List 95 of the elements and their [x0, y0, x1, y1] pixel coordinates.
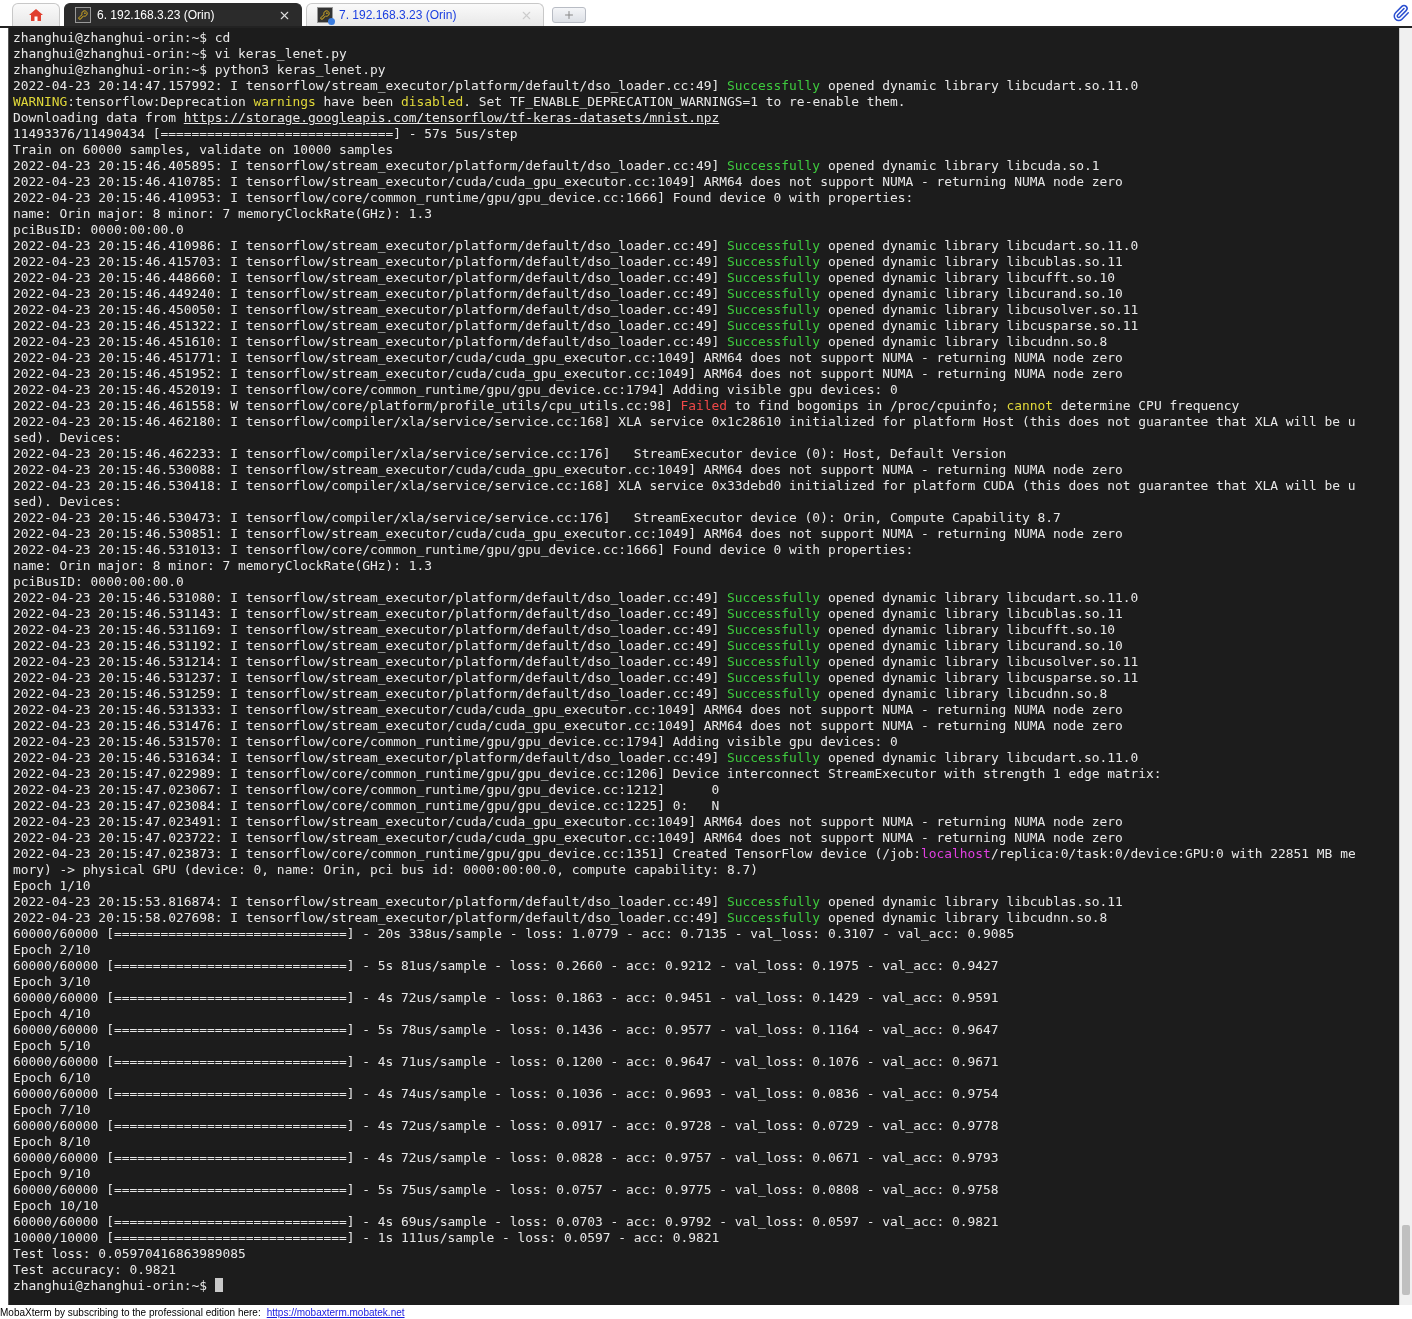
terminal-line: 2022-04-23 20:15:46.462233: I tensorflow/compiler/xla/service/service.cc:176] StreamExecutor device (0): Host, Default Version	[13, 446, 1008, 462]
terminal-line: 2022-04-23 20:15:46.531237: I tensorflow/stream_executor/platform/default/dso_loader.cc:49] Successfully opened dynamic library libcusparse.so.11	[13, 670, 1140, 686]
terminal-line: 2022-04-23 20:15:46.451322: I tensorflow/stream_executor/platform/default/dso_loader.cc:49] Successfully opened dynamic library libcusparse.so.11	[13, 318, 1140, 334]
terminal-line: 2022-04-23 20:15:46.531333: I tensorflow/stream_executor/cuda/cuda_gpu_executor.cc:1049] ARM64 does not support NUMA - returning NUMA node zero	[13, 702, 1124, 718]
terminal-line: 2022-04-23 20:15:46.531570: I tensorflow/core/common_runtime/gpu/gpu_device.cc:1794] Adding visible gpu devices: 0	[13, 734, 899, 750]
status-text: MobaXterm by subscribing to the professional edition here:	[0, 1306, 261, 1318]
terminal-line: Epoch 8/10	[13, 1134, 92, 1150]
terminal-line: Epoch 2/10	[13, 942, 92, 958]
terminal-line: 2022-04-23 20:15:46.530088: I tensorflow/stream_executor/cuda/cuda_gpu_executor.cc:1049] ARM64 does not support NUMA - returning NUMA node zero	[13, 462, 1124, 478]
terminal-line: Test loss: 0.05970416863989085	[13, 1246, 247, 1262]
terminal-line: Epoch 5/10	[13, 1038, 92, 1054]
terminal-line: 2022-04-23 20:15:47.023722: I tensorflow/stream_executor/cuda/cuda_gpu_executor.cc:1049] ARM64 does not support NUMA - returning NUMA node zero	[13, 830, 1124, 846]
terminal-line: 2022-04-23 20:15:46.531143: I tensorflow/stream_executor/platform/default/dso_loader.cc:49] Successfully opened dynamic library libcublas.so.11	[13, 606, 1124, 622]
terminal-line: 2022-04-23 20:15:46.531192: I tensorflow/stream_executor/platform/default/dso_loader.cc:49] Successfully opened dynamic library libcurand.so.10	[13, 638, 1124, 654]
terminal-line: 2022-04-23 20:15:46.531013: I tensorflow/core/common_runtime/gpu/gpu_device.cc:1666] Found device 0 with properties:	[13, 542, 915, 558]
terminal-line: zhanghui@zhanghui-orin:~$	[13, 1278, 1399, 1294]
status-link[interactable]: https://mobaxterm.mobatek.net	[266, 1306, 405, 1318]
terminal-line: 2022-04-23 20:15:46.450050: I tensorflow/stream_executor/platform/default/dso_loader.cc:49] Successfully opened dynamic library libcusolver.so.11	[13, 302, 1140, 318]
terminal-line: 2022-04-23 20:15:46.461558: W tensorflow/core/platform/profile_utils/cpu_utils.cc:98] Failed to find bogomips in /proc/cpuinfo; cannot determine CPU frequency	[13, 398, 1241, 414]
terminal-line: zhanghui@zhanghui-orin:~$ python3 keras_lenet.py	[13, 62, 387, 78]
terminal-line: 60000/60000 [==============================] - 4s 72us/sample - loss: 0.0917 - acc: 0.9728 - val_loss: 0.0729 - val_acc: 0.9778	[13, 1118, 1000, 1134]
terminal-line: 60000/60000 [==============================] - 4s 74us/sample - loss: 0.1036 - acc: 0.9693 - val_loss: 0.0836 - val_acc: 0.9754	[13, 1086, 1000, 1102]
terminal-line: 2022-04-23 20:15:46.410953: I tensorflow/core/common_runtime/gpu/gpu_device.cc:1666] Found device 0 with properties:	[13, 190, 915, 206]
terminal-line: 11493376/11490434 [==============================] - 57s 5us/step	[13, 126, 519, 142]
key-icon	[317, 7, 333, 23]
terminal-line: 2022-04-23 20:15:46.415703: I tensorflow/stream_executor/platform/default/dso_loader.cc:49] Successfully opened dynamic library libcublas.so.11	[13, 254, 1124, 270]
terminal-line: pciBusID: 0000:00:00.0	[13, 222, 185, 238]
terminal-line: 2022-04-23 20:15:46.531259: I tensorflow/stream_executor/platform/default/dso_loader.cc:49] Successfully opened dynamic library libcudnn.so.8	[13, 686, 1109, 702]
paperclip-icon[interactable]	[1392, 4, 1410, 22]
terminal-line: 2022-04-23 20:15:58.027698: I tensorflow/stream_executor/platform/default/dso_loader.cc:49] Successfully opened dynamic library libcudnn.so.8	[13, 910, 1109, 926]
scrollbar-thumb[interactable]	[1402, 1225, 1410, 1295]
scrollbar[interactable]	[1399, 28, 1412, 1305]
terminal-line: 2022-04-23 20:15:46.451771: I tensorflow/stream_executor/cuda/cuda_gpu_executor.cc:1049] ARM64 does not support NUMA - returning NUMA node zero	[13, 350, 1124, 366]
terminal-line: 2022-04-23 20:15:46.410986: I tensorflow/stream_executor/platform/default/dso_loader.cc:49] Successfully opened dynamic library libcudart.so.11.0	[13, 238, 1140, 254]
session-tab[interactable]: 6. 192.168.3.23 (Orin)	[64, 3, 302, 26]
terminal-line: 2022-04-23 20:15:46.531080: I tensorflow/stream_executor/platform/default/dso_loader.cc:49] Successfully opened dynamic library libcudart.so.11.0	[13, 590, 1140, 606]
terminal-line: WARNING:tensorflow:Deprecation warnings have been disabled. Set TF_ENABLE_DEPRECATION_WARNINGS=1 to re-enable them.	[13, 94, 907, 110]
terminal-line: 2022-04-23 20:15:53.816874: I tensorflow/stream_executor/platform/default/dso_loader.cc:49] Successfully opened dynamic library libcublas.so.11	[13, 894, 1124, 910]
terminal-line: 2022-04-23 20:15:46.449240: I tensorflow/stream_executor/platform/default/dso_loader.cc:49] Successfully opened dynamic library libcurand.so.10	[13, 286, 1124, 302]
terminal-line: Train on 60000 samples, validate on 10000 samples	[13, 142, 395, 158]
terminal-line: 60000/60000 [==============================] - 5s 75us/sample - loss: 0.0757 - acc: 0.9775 - val_loss: 0.0808 - val_acc: 0.9758	[13, 1182, 1000, 1198]
terminal-line: 2022-04-23 20:15:47.023084: I tensorflow/core/common_runtime/gpu/gpu_device.cc:1225] 0: N	[13, 798, 721, 814]
terminal-line: Epoch 6/10	[13, 1070, 92, 1086]
terminal-line: 10000/10000 [==============================] - 1s 111us/sample - loss: 0.0597 - acc: 0.9821	[13, 1230, 721, 1246]
terminal-line: 2022-04-23 20:15:46.451610: I tensorflow/stream_executor/platform/default/dso_loader.cc:49] Successfully opened dynamic library libcudnn.so.8	[13, 334, 1109, 350]
terminal-line: 2022-04-23 20:15:46.452019: I tensorflow/core/common_runtime/gpu/gpu_device.cc:1794] Adding visible gpu devices: 0	[13, 382, 899, 398]
tab-label: 7. 192.168.3.23 (Orin)	[339, 8, 458, 22]
terminal-line: 60000/60000 [==============================] - 20s 338us/sample - loss: 1.0779 - acc: 0.7135 - val_loss: 0.3107 - val_acc: 0.9085	[13, 926, 1016, 942]
terminal-line: 60000/60000 [==============================] - 5s 78us/sample - loss: 0.1436 - acc: 0.9577 - val_loss: 0.1164 - val_acc: 0.9647	[13, 1022, 1000, 1038]
house-icon	[28, 8, 44, 22]
terminal-line: Epoch 9/10	[13, 1166, 92, 1182]
terminal-line: 2022-04-23 20:15:47.023067: I tensorflow/core/common_runtime/gpu/gpu_device.cc:1212] 0	[13, 782, 721, 798]
terminal-line: 2022-04-23 20:15:47.023873: I tensorflow/core/common_runtime/gpu/gpu_device.cc:1351] Created TensorFlow device (/job:localhost/replica:0/task:0/device:GPU:0 with 22851 MB me	[13, 846, 1357, 862]
terminal-line: sed). Devices:	[13, 430, 123, 446]
terminal-line: pciBusID: 0000:00:00.0	[13, 574, 185, 590]
terminal-line: Epoch 1/10	[13, 878, 92, 894]
terminal-line: 2022-04-23 20:15:46.448660: I tensorflow/stream_executor/platform/default/dso_loader.cc:49] Successfully opened dynamic library libcufft.so.10	[13, 270, 1117, 286]
terminal-line: 2022-04-23 20:15:47.023491: I tensorflow/stream_executor/cuda/cuda_gpu_executor.cc:1049] ARM64 does not support NUMA - returning NUMA node zero	[13, 814, 1124, 830]
terminal-line: 2022-04-23 20:15:46.531634: I tensorflow/stream_executor/platform/default/dso_loader.cc:49] Successfully opened dynamic library libcudart.so.11.0	[13, 750, 1140, 766]
terminal-line: 60000/60000 [==============================] - 4s 72us/sample - loss: 0.1863 - acc: 0.9451 - val_loss: 0.1429 - val_acc: 0.9591	[13, 990, 1000, 1006]
terminal-line: 2022-04-23 20:15:46.405895: I tensorflow/stream_executor/platform/default/dso_loader.cc:49] Successfully opened dynamic library libcuda.so.1	[13, 158, 1101, 174]
terminal-line: 2022-04-23 20:15:46.530851: I tensorflow/stream_executor/cuda/cuda_gpu_executor.cc:1049] ARM64 does not support NUMA - returning NUMA node zero	[13, 526, 1124, 542]
terminal-line: Epoch 3/10	[13, 974, 92, 990]
terminal-line: 2022-04-23 20:15:47.022989: I tensorflow/core/common_runtime/gpu/gpu_device.cc:1206] Device interconnect StreamExecutor with strength 1 edge matrix:	[13, 766, 1163, 782]
key-icon	[75, 7, 91, 23]
terminal-line: zhanghui@zhanghui-orin:~$ vi keras_lenet.py	[13, 46, 348, 62]
terminal-line: 2022-04-23 20:15:46.451952: I tensorflow/stream_executor/cuda/cuda_gpu_executor.cc:1049] ARM64 does not support NUMA - returning NUMA node zero	[13, 366, 1124, 382]
tab-label: 6. 192.168.3.23 (Orin)	[97, 8, 216, 22]
terminal-line: 2022-04-23 20:15:46.530418: I tensorflow/compiler/xla/service/service.cc:168] XLA service 0x33debd0 initialized for platform CUDA (this does not guarantee that XLA will be u	[13, 478, 1357, 494]
terminal-line: sed). Devices:	[13, 494, 123, 510]
terminal-line: 2022-04-23 20:15:46.530473: I tensorflow/compiler/xla/service/service.cc:176] StreamExecutor device (0): Orin, Compute Capability 8.7	[13, 510, 1062, 526]
terminal-line: 60000/60000 [==============================] - 5s 81us/sample - loss: 0.2660 - acc: 0.9212 - val_loss: 0.1975 - val_acc: 0.9427	[13, 958, 1000, 974]
terminal-line: 2022-04-23 20:14:47.157992: I tensorflow/stream_executor/platform/default/dso_loader.cc:49] Successfully opened dynamic library libcudart.so.11.0	[13, 78, 1140, 94]
terminal-line: name: Orin major: 8 minor: 7 memoryClockRate(GHz): 1.3	[13, 206, 434, 222]
terminal-line: Epoch 10/10	[13, 1198, 100, 1214]
terminal-line: 2022-04-23 20:15:46.462180: I tensorflow/compiler/xla/service/service.cc:168] XLA service 0x1c28610 initialized for platform Host (this does not guarantee that XLA will be u	[13, 414, 1357, 430]
terminal-line: Downloading data from https://storage.googleapis.com/tensorflow/tf-keras-datasets/mnist.npz	[13, 110, 721, 126]
terminal-line: 60000/60000 [==============================] - 4s 71us/sample - loss: 0.1200 - acc: 0.9647 - val_loss: 0.1076 - val_acc: 0.9671	[13, 1054, 1000, 1070]
terminal-line: 2022-04-23 20:15:46.410785: I tensorflow/stream_executor/cuda/cuda_gpu_executor.cc:1049] ARM64 does not support NUMA - returning NUMA node zero	[13, 174, 1124, 190]
terminal-line: Test accuracy: 0.9821	[13, 1262, 177, 1278]
terminal-line: zhanghui@zhanghui-orin:~$ cd	[13, 30, 232, 46]
url-link[interactable]: https://storage.googleapis.com/tensorflow/tf-keras-datasets/mnist.npz	[183, 110, 720, 125]
session-tab[interactable]: 7. 192.168.3.23 (Orin)	[306, 3, 544, 26]
terminal-line: Epoch 4/10	[13, 1006, 92, 1022]
terminal-line: mory) -> physical GPU (device: 0, name: Orin, pci bus id: 0000:00:00.0, compute capability: 8.7)	[13, 862, 760, 878]
terminal-line: Epoch 7/10	[13, 1102, 92, 1118]
terminal-line: 60000/60000 [==============================] - 4s 69us/sample - loss: 0.0703 - acc: 0.9792 - val_loss: 0.0597 - val_acc: 0.9821	[13, 1214, 1000, 1230]
terminal-line: 2022-04-23 20:15:46.531214: I tensorflow/stream_executor/platform/default/dso_loader.cc:49] Successfully opened dynamic library libcusolver.so.11	[13, 654, 1140, 670]
terminal-line: 2022-04-23 20:15:46.531169: I tensorflow/stream_executor/platform/default/dso_loader.cc:49] Successfully opened dynamic library libcufft.so.10	[13, 622, 1117, 638]
terminal-line: 60000/60000 [==============================] - 4s 72us/sample - loss: 0.0828 - acc: 0.9757 - val_loss: 0.0671 - val_acc: 0.9793	[13, 1150, 1000, 1166]
terminal-line: name: Orin major: 8 minor: 7 memoryClockRate(GHz): 1.3	[13, 558, 434, 574]
plus-icon	[563, 9, 575, 21]
terminal-line: 2022-04-23 20:15:46.531476: I tensorflow/stream_executor/cuda/cuda_gpu_executor.cc:1049] ARM64 does not support NUMA - returning NUMA node zero	[13, 718, 1124, 734]
new-tab-button[interactable]	[552, 7, 586, 23]
home-tab[interactable]	[12, 3, 60, 26]
